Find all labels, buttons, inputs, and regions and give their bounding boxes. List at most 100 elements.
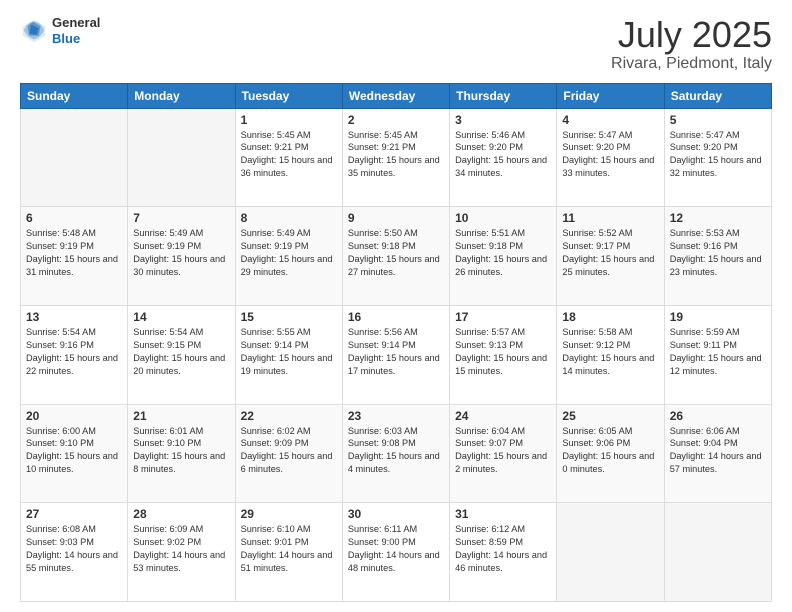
day-info: Sunrise: 6:11 AM Sunset: 9:00 PM Dayligh… (348, 523, 444, 575)
logo-icon (20, 17, 48, 45)
calendar-cell: 16Sunrise: 5:56 AM Sunset: 9:14 PM Dayli… (342, 305, 449, 404)
day-info: Sunrise: 5:57 AM Sunset: 9:13 PM Dayligh… (455, 326, 551, 378)
day-info: Sunrise: 6:02 AM Sunset: 9:09 PM Dayligh… (241, 425, 337, 477)
calendar-table: SundayMondayTuesdayWednesdayThursdayFrid… (20, 83, 772, 602)
calendar-cell: 5Sunrise: 5:47 AM Sunset: 9:20 PM Daylig… (664, 108, 771, 207)
calendar-cell (664, 503, 771, 602)
day-info: Sunrise: 6:08 AM Sunset: 9:03 PM Dayligh… (26, 523, 122, 575)
weekday-header: Thursday (450, 83, 557, 108)
calendar-week-row: 1Sunrise: 5:45 AM Sunset: 9:21 PM Daylig… (21, 108, 772, 207)
day-number: 25 (562, 409, 658, 423)
calendar-cell: 7 Sunrise: 5:49 AM Sunset: 9:19 PM Daylig… (128, 207, 235, 306)
day-number: 31 (455, 507, 551, 521)
calendar-week-row: 13 Sunrise: 5:54 AM Sunset: 9:16 PM Dayli… (21, 305, 772, 404)
calendar-week-row: 27 Sunrise: 6:08 AM Sunset: 9:03 PM Dayli… (21, 503, 772, 602)
day-info: Sunrise: 5:55 AM Sunset: 9:14 PM Dayligh… (241, 326, 337, 378)
day-info: Sunrise: 5:47 AM Sunset: 9:20 PM Dayligh… (670, 129, 766, 181)
calendar-cell: 24 Sunrise: 6:04 AM Sunset: 9:07 PM Dayli… (450, 404, 557, 503)
weekday-header: Wednesday (342, 83, 449, 108)
logo-general: General (52, 15, 100, 31)
day-info: Sunrise: 5:56 AM Sunset: 9:14 PM Dayligh… (348, 326, 444, 378)
day-number: 15 (241, 310, 337, 324)
day-number: 8 (241, 211, 337, 225)
day-info: Sunrise: 6:06 AM Sunset: 9:04 PM Dayligh… (670, 425, 766, 477)
calendar-cell: 28 Sunrise: 6:09 AM Sunset: 9:02 PM Dayli… (128, 503, 235, 602)
calendar-cell (21, 108, 128, 207)
calendar-cell: 30 Sunrise: 6:11 AM Sunset: 9:00 PM Dayli… (342, 503, 449, 602)
day-info: Sunrise: 6:12 AM Sunset: 8:59 PM Dayligh… (455, 523, 551, 575)
day-number: 26 (670, 409, 766, 423)
day-number: 18 (562, 310, 658, 324)
day-number: 20 (26, 409, 122, 423)
day-number: 27 (26, 507, 122, 521)
calendar-cell: 19Sunrise: 5:59 AM Sunset: 9:11 PM Dayli… (664, 305, 771, 404)
day-number: 14 (133, 310, 229, 324)
calendar-cell: 25 Sunrise: 6:05 AM Sunset: 9:06 PM Dayli… (557, 404, 664, 503)
day-info: Sunrise: 5:54 AM Sunset: 9:15 PM Dayligh… (133, 326, 229, 378)
calendar-header: SundayMondayTuesdayWednesdayThursdayFrid… (21, 83, 772, 108)
calendar-week-row: 20 Sunrise: 6:00 AM Sunset: 9:10 PM Dayli… (21, 404, 772, 503)
day-number: 6 (26, 211, 122, 225)
day-number: 12 (670, 211, 766, 225)
day-number: 22 (241, 409, 337, 423)
day-info: Sunrise: 5:59 AM Sunset: 9:11 PM Dayligh… (670, 326, 766, 378)
day-info: Sunrise: 6:01 AM Sunset: 9:10 PM Dayligh… (133, 425, 229, 477)
subtitle: Rivara, Piedmont, Italy (611, 55, 772, 73)
calendar-cell: 6 Sunrise: 5:48 AM Sunset: 9:19 PM Daylig… (21, 207, 128, 306)
day-info: Sunrise: 5:46 AM Sunset: 9:20 PM Dayligh… (455, 129, 551, 181)
day-number: 17 (455, 310, 551, 324)
calendar-cell: 29 Sunrise: 6:10 AM Sunset: 9:01 PM Dayli… (235, 503, 342, 602)
day-number: 2 (348, 113, 444, 127)
day-info: Sunrise: 6:00 AM Sunset: 9:10 PM Dayligh… (26, 425, 122, 477)
day-info: Sunrise: 5:47 AM Sunset: 9:20 PM Dayligh… (562, 129, 658, 181)
calendar-cell: 11Sunrise: 5:52 AM Sunset: 9:17 PM Dayli… (557, 207, 664, 306)
day-info: Sunrise: 5:45 AM Sunset: 9:21 PM Dayligh… (241, 129, 337, 181)
day-info: Sunrise: 5:49 AM Sunset: 9:19 PM Dayligh… (133, 227, 229, 279)
day-info: Sunrise: 6:05 AM Sunset: 9:06 PM Dayligh… (562, 425, 658, 477)
calendar-body: 1Sunrise: 5:45 AM Sunset: 9:21 PM Daylig… (21, 108, 772, 601)
calendar-cell: 20 Sunrise: 6:00 AM Sunset: 9:10 PM Dayli… (21, 404, 128, 503)
logo-blue: Blue (52, 31, 100, 47)
day-number: 23 (348, 409, 444, 423)
calendar-cell: 27 Sunrise: 6:08 AM Sunset: 9:03 PM Dayli… (21, 503, 128, 602)
calendar-cell: 18 Sunrise: 5:58 AM Sunset: 9:12 PM Dayli… (557, 305, 664, 404)
day-info: Sunrise: 5:48 AM Sunset: 9:19 PM Dayligh… (26, 227, 122, 279)
calendar-cell (557, 503, 664, 602)
day-number: 13 (26, 310, 122, 324)
title-block: July 2025 Rivara, Piedmont, Italy (611, 15, 772, 73)
day-number: 21 (133, 409, 229, 423)
day-info: Sunrise: 6:04 AM Sunset: 9:07 PM Dayligh… (455, 425, 551, 477)
calendar-cell: 26 Sunrise: 6:06 AM Sunset: 9:04 PM Dayli… (664, 404, 771, 503)
weekday-header: Saturday (664, 83, 771, 108)
logo: General Blue (20, 15, 100, 46)
day-info: Sunrise: 5:49 AM Sunset: 9:19 PM Dayligh… (241, 227, 337, 279)
calendar-cell: 1Sunrise: 5:45 AM Sunset: 9:21 PM Daylig… (235, 108, 342, 207)
calendar-cell: 4 Sunrise: 5:47 AM Sunset: 9:20 PM Daylig… (557, 108, 664, 207)
calendar-cell: 14 Sunrise: 5:54 AM Sunset: 9:15 PM Dayli… (128, 305, 235, 404)
day-number: 29 (241, 507, 337, 521)
day-number: 4 (562, 113, 658, 127)
calendar-cell: 9Sunrise: 5:50 AM Sunset: 9:18 PM Daylig… (342, 207, 449, 306)
calendar-cell (128, 108, 235, 207)
day-info: Sunrise: 5:54 AM Sunset: 9:16 PM Dayligh… (26, 326, 122, 378)
day-info: Sunrise: 5:58 AM Sunset: 9:12 PM Dayligh… (562, 326, 658, 378)
calendar-cell: 3 Sunrise: 5:46 AM Sunset: 9:20 PM Daylig… (450, 108, 557, 207)
header: General Blue July 2025 Rivara, Piedmont,… (20, 15, 772, 73)
day-number: 3 (455, 113, 551, 127)
day-number: 30 (348, 507, 444, 521)
calendar-cell: 2 Sunrise: 5:45 AM Sunset: 9:21 PM Daylig… (342, 108, 449, 207)
day-info: Sunrise: 5:52 AM Sunset: 9:17 PM Dayligh… (562, 227, 658, 279)
day-info: Sunrise: 6:10 AM Sunset: 9:01 PM Dayligh… (241, 523, 337, 575)
day-number: 7 (133, 211, 229, 225)
day-info: Sunrise: 6:09 AM Sunset: 9:02 PM Dayligh… (133, 523, 229, 575)
day-info: Sunrise: 5:45 AM Sunset: 9:21 PM Dayligh… (348, 129, 444, 181)
calendar-cell: 15 Sunrise: 5:55 AM Sunset: 9:14 PM Dayli… (235, 305, 342, 404)
page: General Blue July 2025 Rivara, Piedmont,… (0, 0, 792, 612)
calendar-week-row: 6 Sunrise: 5:48 AM Sunset: 9:19 PM Daylig… (21, 207, 772, 306)
day-info: Sunrise: 5:53 AM Sunset: 9:16 PM Dayligh… (670, 227, 766, 279)
day-number: 28 (133, 507, 229, 521)
weekday-header: Monday (128, 83, 235, 108)
day-info: Sunrise: 6:03 AM Sunset: 9:08 PM Dayligh… (348, 425, 444, 477)
day-number: 24 (455, 409, 551, 423)
calendar-cell: 21 Sunrise: 6:01 AM Sunset: 9:10 PM Dayli… (128, 404, 235, 503)
